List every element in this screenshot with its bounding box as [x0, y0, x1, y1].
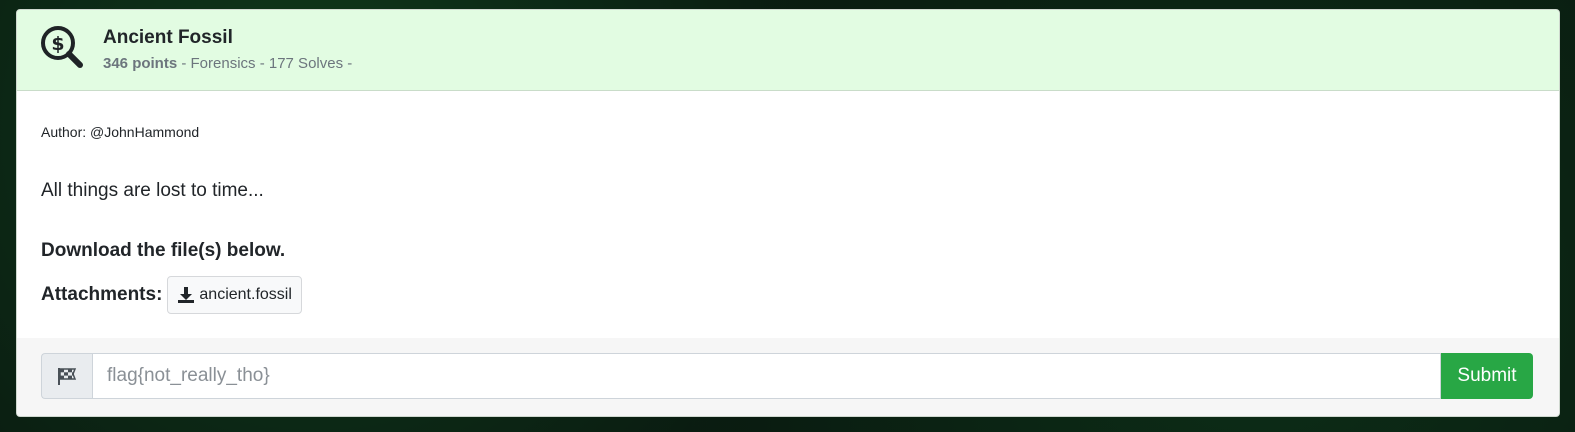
challenge-author: Author: @JohnHammond	[41, 124, 200, 140]
submit-button[interactable]: Submit	[1441, 353, 1533, 399]
challenge-title: Ancient Fossil	[103, 27, 233, 48]
flag-input[interactable]	[92, 353, 1441, 399]
attachments-label: Attachments:	[41, 284, 163, 305]
challenge-card: $ Ancient Fossil 346 points - Forensics …	[16, 9, 1560, 417]
flag-addon	[41, 353, 92, 399]
challenge-category-solves: - Forensics - 177 Solves -	[177, 55, 353, 72]
attachments-row: Attachments: ancient.fossil	[41, 276, 302, 314]
attachment-filename: ancient.fossil	[199, 286, 292, 303]
flag-submission-footer: Submit	[17, 338, 1559, 416]
challenge-description: All things are lost to time...	[41, 180, 264, 201]
download-note: Download the file(s) below.	[41, 240, 286, 261]
challenge-points: 346 points	[103, 55, 178, 72]
search-dollar-icon: $	[41, 26, 83, 68]
checkered-flag-icon	[58, 368, 77, 385]
flag-input-group: Submit	[41, 353, 1533, 399]
challenge-meta: 346 points - Forensics - 177 Solves -	[103, 55, 352, 72]
download-icon	[178, 287, 195, 303]
svg-text:$: $	[51, 33, 64, 55]
attachment-download-button[interactable]: ancient.fossil	[167, 276, 302, 314]
challenge-header: $ Ancient Fossil 346 points - Forensics …	[17, 10, 1559, 91]
